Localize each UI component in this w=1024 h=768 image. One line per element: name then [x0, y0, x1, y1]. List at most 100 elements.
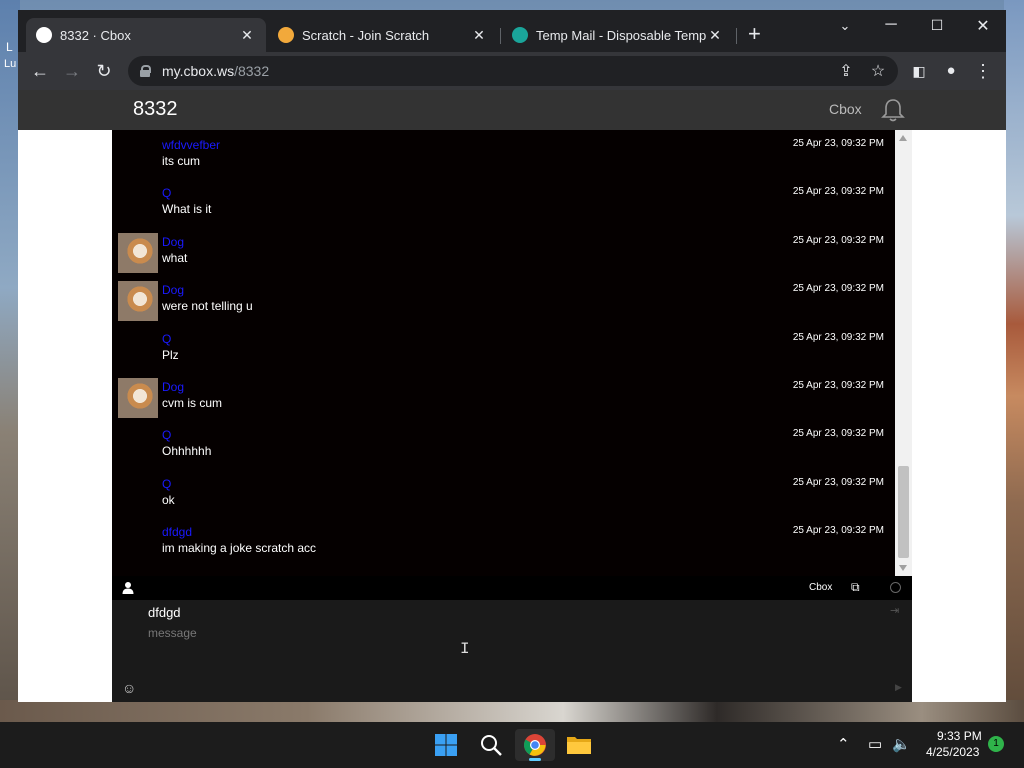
file-explorer-button[interactable]	[559, 729, 599, 761]
close-window-icon[interactable]: ✕	[968, 16, 998, 36]
tab-scratch[interactable]: Scratch - Join Scratch ✕	[268, 18, 498, 52]
reload-icon[interactable]: ↻	[91, 58, 117, 84]
desktop-icon-label: L	[6, 40, 13, 54]
windows-logo-icon	[435, 734, 457, 756]
url-host: my.cbox.ws	[162, 63, 235, 79]
message-username[interactable]: Q	[162, 332, 171, 346]
chat-message: Dog were not telling u 25 Apr 23, 09:32 …	[112, 279, 895, 327]
message-composer: ⇥ I ☺ ▶	[112, 600, 912, 702]
bell-icon[interactable]	[880, 97, 906, 123]
message-timestamp: 25 Apr 23, 09:32 PM	[792, 428, 884, 439]
chat-message: wfdvvefber its cum 25 Apr 23, 09:32 PM	[112, 134, 895, 182]
chat-status-bar: Cbox ⧉	[112, 576, 912, 600]
chevron-up-icon[interactable]: ⌃	[837, 735, 850, 753]
message-username[interactable]: Q	[162, 428, 171, 442]
message-list[interactable]: wfdvvefber its cum 25 Apr 23, 09:32 PM Q…	[112, 130, 895, 576]
send-arrow-icon[interactable]: ▶	[895, 682, 902, 693]
message-timestamp: 25 Apr 23, 09:32 PM	[792, 380, 884, 391]
notification-badge[interactable]: 1	[988, 736, 1004, 752]
chat-message: Q Ohhhhhh 25 Apr 23, 09:32 PM	[112, 424, 895, 472]
message-input[interactable]	[148, 626, 888, 666]
bookmark-star-icon[interactable]: ☆	[868, 61, 888, 81]
login-icon[interactable]: ⇥	[890, 604, 899, 617]
side-panel-icon[interactable]: ◧	[906, 58, 932, 84]
maximize-icon[interactable]: ☐	[922, 17, 952, 34]
close-tab-icon[interactable]: ✕	[238, 27, 256, 44]
message-username[interactable]: Dog	[162, 235, 184, 249]
clock-date[interactable]: 4/25/2023	[926, 745, 979, 759]
scrollbar-thumb[interactable]	[898, 466, 909, 558]
message-timestamp: 25 Apr 23, 09:32 PM	[792, 525, 884, 536]
message-text: Ohhhhhh	[162, 444, 212, 458]
message-text: cvm is cum	[162, 396, 222, 410]
chat-message: dfdgd im making a joke scratch acc 25 Ap…	[112, 521, 895, 569]
user-icon[interactable]	[122, 581, 134, 594]
clock-time[interactable]: 9:33 PM	[937, 729, 982, 743]
avatar	[118, 281, 158, 321]
desktop-wallpaper-bottom	[0, 700, 1024, 722]
chrome-taskbar-button[interactable]	[515, 729, 555, 761]
message-timestamp: 25 Apr 23, 09:32 PM	[792, 332, 884, 343]
message-username[interactable]: Dog	[162, 380, 184, 394]
message-text: what	[162, 251, 188, 265]
chat-message: Q What is it 25 Apr 23, 09:32 PM	[112, 182, 895, 230]
message-timestamp: 25 Apr 23, 09:32 PM	[792, 283, 884, 294]
tab-title: Scratch - Join Scratch	[302, 27, 430, 43]
browser-toolbar: ← → ↻ my.cbox.ws /8332 ⇪ ☆ ◧ ● ⋮	[18, 52, 1006, 90]
desktop-icon-label: Lu	[4, 58, 17, 70]
minimize-icon[interactable]: ─	[876, 16, 906, 34]
message-username[interactable]: wfdvvefber	[162, 138, 220, 152]
scroll-up-arrow-icon[interactable]	[899, 135, 907, 141]
start-button[interactable]	[426, 729, 466, 761]
desktop-wallpaper-left: L Lu	[0, 0, 20, 720]
lock-icon[interactable]	[140, 65, 151, 77]
message-text: Plz	[162, 348, 179, 362]
avatar	[118, 233, 158, 273]
close-tab-icon[interactable]: ✕	[470, 27, 488, 44]
message-timestamp: 25 Apr 23, 09:32 PM	[792, 138, 884, 149]
search-button[interactable]	[471, 729, 511, 761]
url-path: /8332	[234, 63, 270, 79]
tab-search-chevron-icon[interactable]: ⌄	[830, 18, 860, 34]
share-icon[interactable]: ⇪	[836, 61, 856, 81]
tab-strip: 8332 · Cbox ✕ Scratch - Join Scratch ✕ T…	[18, 10, 1006, 52]
message-timestamp: 25 Apr 23, 09:32 PM	[792, 186, 884, 197]
desktop-wallpaper-right	[1004, 0, 1024, 720]
tab-temp-mail[interactable]: Temp Mail - Disposable Tempora ✕	[502, 18, 734, 52]
cbox-brand-link[interactable]: Cbox	[809, 582, 832, 593]
message-text: What is it	[162, 202, 212, 216]
search-icon	[481, 735, 502, 756]
message-text: were not telling u	[162, 299, 253, 313]
network-icon[interactable]: ▭	[868, 735, 882, 753]
forward-arrow-icon[interactable]: →	[59, 58, 85, 84]
volume-icon[interactable]: 🔈	[892, 735, 911, 753]
scroll-down-arrow-icon[interactable]	[899, 565, 907, 571]
profile-icon[interactable]: ●	[938, 58, 964, 84]
emoji-smiley-icon[interactable]: ☺	[122, 680, 136, 696]
message-timestamp: 25 Apr 23, 09:32 PM	[792, 235, 884, 246]
back-arrow-icon[interactable]: ←	[27, 58, 53, 84]
avatar	[118, 378, 158, 418]
message-scrollbar[interactable]	[895, 130, 912, 576]
temp-mail-favicon-icon	[512, 27, 528, 43]
message-username[interactable]: Q	[162, 186, 171, 200]
site-header: 8332 Cbox	[18, 90, 1006, 130]
chat-message: Q ok 25 Apr 23, 09:32 PM	[112, 473, 895, 521]
menu-kebab-icon[interactable]: ⋮	[970, 58, 996, 84]
name-input[interactable]	[148, 605, 448, 620]
message-username[interactable]: dfdgd	[162, 525, 192, 539]
chrome-icon	[524, 734, 546, 756]
message-username[interactable]: Dog	[162, 283, 184, 297]
tab-separator	[500, 28, 501, 44]
popout-icon[interactable]: ⧉	[851, 580, 860, 595]
tab-cbox[interactable]: 8332 · Cbox ✕	[26, 18, 266, 52]
scratch-favicon-icon	[278, 27, 294, 43]
message-username[interactable]: Q	[162, 477, 171, 491]
chat-box: wfdvvefber its cum 25 Apr 23, 09:32 PM Q…	[112, 130, 912, 702]
connection-status-icon	[890, 582, 901, 593]
close-tab-icon[interactable]: ✕	[706, 27, 724, 44]
cbox-brand-link[interactable]: Cbox	[829, 101, 862, 117]
chat-message: Q Plz 25 Apr 23, 09:32 PM	[112, 328, 895, 376]
address-bar[interactable]: my.cbox.ws /8332 ⇪ ☆	[128, 56, 898, 86]
new-tab-button[interactable]: +	[748, 23, 761, 45]
